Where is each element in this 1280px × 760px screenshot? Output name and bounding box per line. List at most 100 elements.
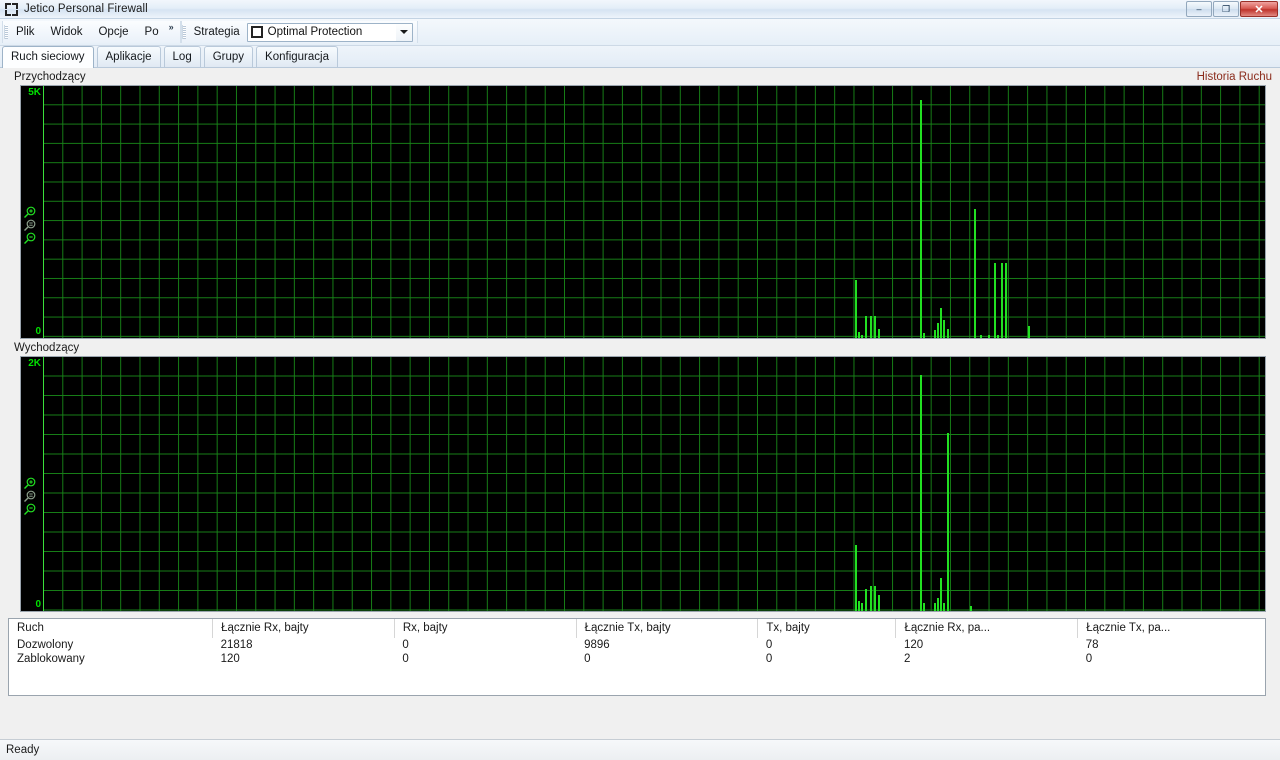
- chart-bar: [934, 603, 936, 611]
- cell-traffic-type: Dozwolony: [17, 639, 74, 651]
- tab-konfiguracja[interactable]: Konfiguracja: [256, 46, 338, 67]
- strategy-toolbar-group: Strategia Optimal Protection: [180, 21, 418, 43]
- cell-total-tx-packets: 0: [1085, 653, 1093, 665]
- chart-bar: [937, 322, 939, 338]
- chart-bar: [1005, 263, 1007, 338]
- chart-bar: [994, 263, 996, 338]
- menu-item-po[interactable]: Po: [137, 23, 167, 41]
- chart-bar: [988, 334, 990, 338]
- cell-total-rx-bytes: 21818: [220, 639, 253, 651]
- chart-bar: [947, 433, 949, 611]
- chart-bar: [870, 316, 872, 338]
- chart-bar: [855, 280, 857, 338]
- table-row[interactable]: Zablokowany 120 0 0 0 2 0: [9, 652, 1265, 666]
- strategy-selected-value: Optimal Protection: [267, 26, 363, 38]
- cell-tx-bytes: 0: [765, 653, 773, 665]
- window-controls: – ❐ ✕: [1185, 1, 1278, 17]
- cell-traffic-type: Zablokowany: [17, 653, 85, 665]
- cell-total-rx-packets: 2: [903, 653, 911, 665]
- zoom-in-icon[interactable]: [23, 206, 37, 219]
- chart-bar: [1028, 326, 1030, 338]
- chart-bar: [937, 598, 939, 611]
- column-header-total-tx-packets[interactable]: Łącznie Tx, pa...: [1077, 619, 1265, 638]
- network-traffic-panel: Historia Ruchu Przychodzący 5K 0 Wychodz…: [0, 68, 1280, 739]
- incoming-chart-label: Przychodzący: [14, 71, 86, 83]
- column-header-tx-bytes[interactable]: Tx, bajty: [757, 619, 897, 638]
- maximize-button[interactable]: ❐: [1213, 1, 1239, 17]
- chart-bar: [934, 329, 936, 338]
- outgoing-chart-label: Wychodzący: [14, 342, 80, 354]
- chart-bar: [943, 320, 945, 338]
- column-header-total-tx-bytes[interactable]: Łącznie Tx, bajty: [576, 619, 759, 638]
- menu-overflow-chevron-icon[interactable]: »: [167, 21, 180, 32]
- chart-bar: [920, 100, 922, 338]
- outgoing-zoom-tools: [23, 477, 41, 516]
- chevron-down-icon[interactable]: [395, 23, 412, 41]
- chart-bar: [858, 331, 860, 338]
- chart-bar: [878, 328, 880, 338]
- incoming-traffic-chart[interactable]: 5K 0: [20, 85, 1266, 339]
- chart-bar: [980, 334, 982, 338]
- tab-ruch-sieciowy[interactable]: Ruch sieciowy: [2, 46, 94, 68]
- zoom-in-icon[interactable]: [23, 477, 37, 490]
- table-row[interactable]: Dozwolony 21818 0 9896 0 120 78: [9, 638, 1265, 652]
- zoom-reset-icon[interactable]: [23, 219, 37, 232]
- chart-bar: [1001, 263, 1003, 338]
- chart-bar: [947, 329, 949, 338]
- chart-bar: [923, 603, 925, 611]
- incoming-zoom-tools: [23, 206, 41, 245]
- menu-item-plik[interactable]: Plik: [8, 23, 43, 41]
- incoming-plot-area[interactable]: [43, 86, 1265, 338]
- chart-bar: [874, 585, 876, 611]
- application-window: Jetico Personal Firewall – ❐ ✕ Plik Wido…: [0, 0, 1280, 760]
- app-icon: [5, 2, 18, 16]
- minimize-button[interactable]: –: [1186, 1, 1212, 17]
- status-bar: Ready: [0, 739, 1280, 760]
- menu-item-opcje[interactable]: Opcje: [90, 23, 136, 41]
- zoom-out-icon[interactable]: [23, 232, 37, 245]
- chart-bar: [878, 594, 880, 611]
- outgoing-plot-area[interactable]: [43, 357, 1265, 611]
- title-bar: Jetico Personal Firewall – ❐ ✕: [0, 0, 1280, 19]
- tab-aplikacje[interactable]: Aplikacje: [96, 46, 161, 67]
- tab-grupy[interactable]: Grupy: [203, 46, 254, 67]
- menu-bar: Plik Widok Opcje Po » Strategia Optimal …: [0, 19, 1280, 46]
- chart-bar: [923, 332, 925, 338]
- window-title: Jetico Personal Firewall: [24, 3, 148, 15]
- cell-total-tx-bytes: 9896: [584, 639, 610, 651]
- traffic-history-link[interactable]: Historia Ruchu: [1197, 71, 1272, 83]
- outgoing-y-axis: 2K 0: [21, 357, 43, 611]
- chart-bar: [855, 544, 857, 611]
- cell-rx-bytes: 0: [402, 639, 409, 651]
- chart-bar: [874, 316, 876, 338]
- zoom-reset-icon[interactable]: [23, 490, 37, 503]
- chart-bar: [861, 334, 863, 338]
- chart-bar: [870, 585, 872, 611]
- close-button[interactable]: ✕: [1240, 1, 1278, 17]
- chart-bar: [940, 307, 942, 338]
- menu-item-widok[interactable]: Widok: [43, 23, 91, 41]
- column-header-total-rx-bytes[interactable]: Łącznie Rx, bajty: [212, 619, 395, 638]
- menu-toolbar-group: Plik Widok Opcje Po »: [2, 21, 181, 43]
- chart-bar: [940, 577, 942, 611]
- chart-bar: [970, 605, 972, 611]
- strategy-profile-icon: [250, 26, 263, 38]
- column-header-rx-bytes[interactable]: Rx, bajty: [394, 619, 577, 638]
- column-header-total-rx-packets[interactable]: Łącznie Rx, pa...: [895, 619, 1079, 638]
- incoming-bars: [44, 86, 1265, 338]
- tab-log[interactable]: Log: [163, 46, 201, 67]
- chart-bar: [943, 603, 945, 611]
- outgoing-traffic-chart[interactable]: 2K 0: [20, 356, 1266, 612]
- cell-tx-bytes: 0: [765, 639, 773, 651]
- tab-bar: Ruch sieciowy Aplikacje Log Grupy Konfig…: [0, 46, 1280, 68]
- chart-bar: [865, 589, 867, 611]
- chart-bar: [865, 316, 867, 338]
- traffic-statistics-table[interactable]: Ruch Łącznie Rx, bajty Rx, bajty Łącznie…: [8, 618, 1266, 696]
- column-header-ruch[interactable]: Ruch: [9, 619, 214, 638]
- zoom-out-icon[interactable]: [23, 503, 37, 516]
- outgoing-y-min-label: 0: [35, 599, 41, 610]
- chart-bar: [974, 209, 976, 338]
- cell-total-tx-packets: 78: [1085, 639, 1099, 651]
- strategy-combobox[interactable]: Optimal Protection: [246, 22, 413, 42]
- cell-total-tx-bytes: 0: [584, 653, 591, 665]
